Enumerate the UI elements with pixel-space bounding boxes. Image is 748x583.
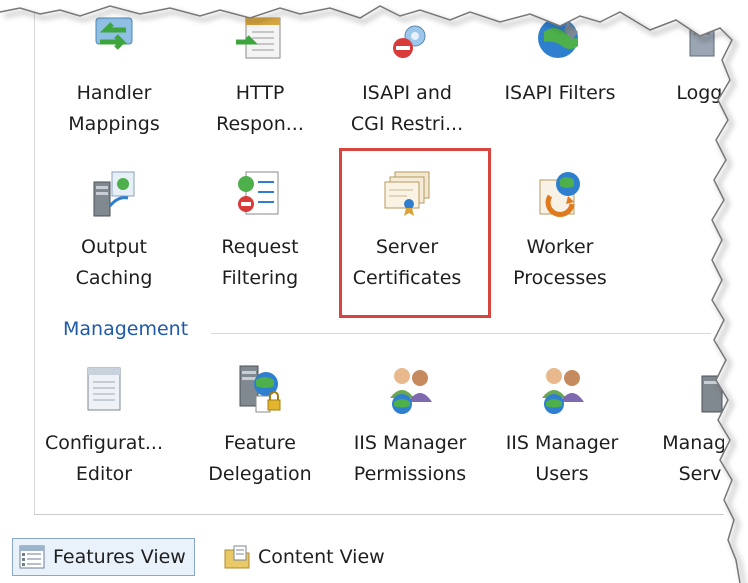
status-divider [34,514,724,515]
content-view-icon [224,545,250,569]
features-view-label: Features View [53,546,186,568]
features-panel: Handler Mappings HTTP Respon... ISAPI an… [0,0,748,583]
content-view-label: Content View [258,546,385,568]
features-view-icon [19,545,45,569]
content-view-button[interactable]: Content View [218,538,393,576]
features-view-button[interactable]: Features View [12,538,195,576]
torn-edge [0,0,748,583]
status-bar: Features View Content View [0,528,748,583]
